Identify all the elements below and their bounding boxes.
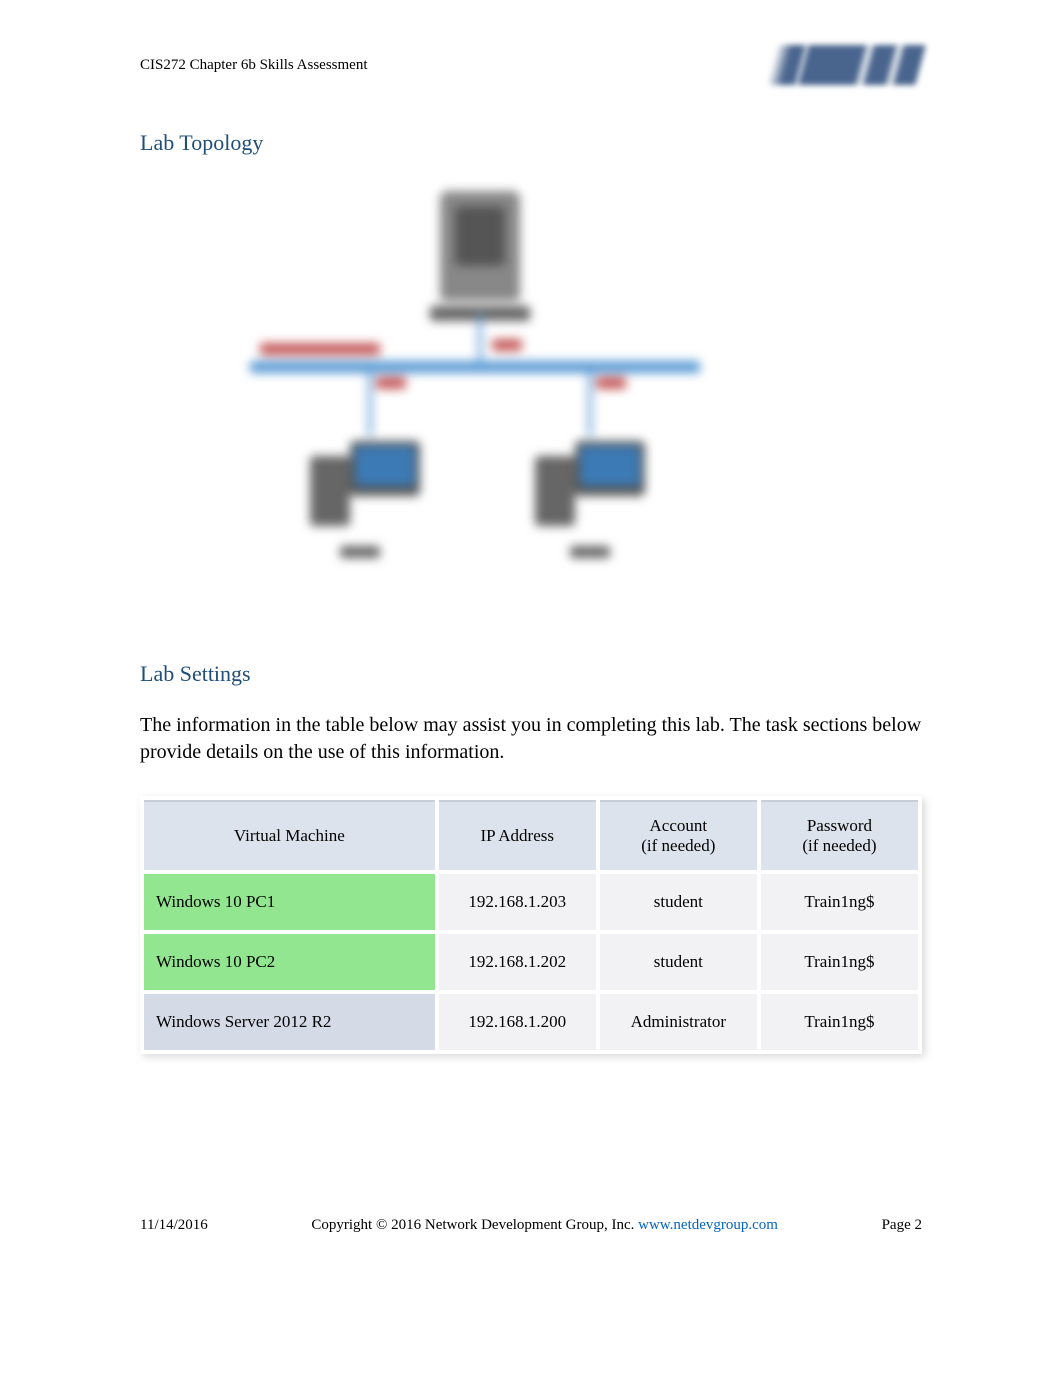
cell-ip: 192.168.1.200	[439, 994, 596, 1050]
ndg-logo	[772, 40, 922, 90]
lab-topology-heading: Lab Topology	[140, 130, 922, 156]
cell-vm-name: Windows Server 2012 R2	[144, 994, 435, 1050]
server-connection-line	[478, 313, 482, 363]
col-header-account-line2: (if needed)	[641, 836, 715, 855]
cell-password: Train1ng$	[761, 874, 918, 930]
footer-date: 11/14/2016	[140, 1217, 208, 1234]
col-header-password-line2: (if needed)	[802, 836, 876, 855]
table-header-row: Virtual Machine IP Address Account (if n…	[144, 800, 918, 870]
col-header-ip: IP Address	[439, 800, 596, 870]
table-row: Windows 10 PC1 192.168.1.203 student Tra…	[144, 874, 918, 930]
server-connection-label	[492, 339, 522, 351]
cell-vm-name: Windows 10 PC2	[144, 934, 435, 990]
pc2-label	[570, 546, 610, 558]
pc1-label	[340, 546, 380, 558]
pc2-connection-label	[596, 377, 626, 389]
document-page: CIS272 Chapter 6b Skills Assessment Lab …	[0, 0, 1062, 1376]
col-header-vm: Virtual Machine	[144, 800, 435, 870]
table-row: Windows 10 PC2 192.168.1.202 student Tra…	[144, 934, 918, 990]
network-bus-label	[260, 343, 380, 355]
page-header: CIS272 Chapter 6b Skills Assessment	[140, 40, 922, 90]
pc1-icon	[310, 436, 420, 531]
footer-copyright: Copyright © 2016 Network Development Gro…	[311, 1217, 778, 1234]
cell-ip: 192.168.1.202	[439, 934, 596, 990]
header-title: CIS272 Chapter 6b Skills Assessment	[140, 57, 368, 74]
cell-vm-name: Windows 10 PC1	[144, 874, 435, 930]
vm-settings-table: Virtual Machine IP Address Account (if n…	[140, 796, 922, 1054]
lab-settings-heading: Lab Settings	[140, 661, 922, 687]
footer-copyright-text: Copyright © 2016 Network Development Gro…	[311, 1217, 634, 1233]
page-footer: 11/14/2016 Copyright © 2016 Network Deve…	[140, 1217, 922, 1234]
cell-account: student	[600, 874, 757, 930]
cell-password: Train1ng$	[761, 994, 918, 1050]
cell-account: student	[600, 934, 757, 990]
cell-account: Administrator	[600, 994, 757, 1050]
pc1-connection-line	[368, 371, 372, 436]
pc1-connection-label	[376, 377, 406, 389]
col-header-account: Account (if needed)	[600, 800, 757, 870]
server-icon	[440, 191, 520, 301]
lab-settings-description: The information in the table below may a…	[140, 712, 922, 766]
cell-ip: 192.168.1.203	[439, 874, 596, 930]
footer-link[interactable]: www.netdevgroup.com	[638, 1217, 778, 1233]
network-bus	[250, 361, 700, 373]
footer-page-number: Page 2	[882, 1217, 922, 1234]
table-row: Windows Server 2012 R2 192.168.1.200 Adm…	[144, 994, 918, 1050]
col-header-account-line1: Account	[650, 816, 708, 835]
pc2-icon	[535, 436, 645, 531]
topology-diagram	[190, 181, 750, 611]
col-header-password: Password (if needed)	[761, 800, 918, 870]
col-header-password-line1: Password	[807, 816, 872, 835]
cell-password: Train1ng$	[761, 934, 918, 990]
pc2-connection-line	[588, 371, 592, 436]
